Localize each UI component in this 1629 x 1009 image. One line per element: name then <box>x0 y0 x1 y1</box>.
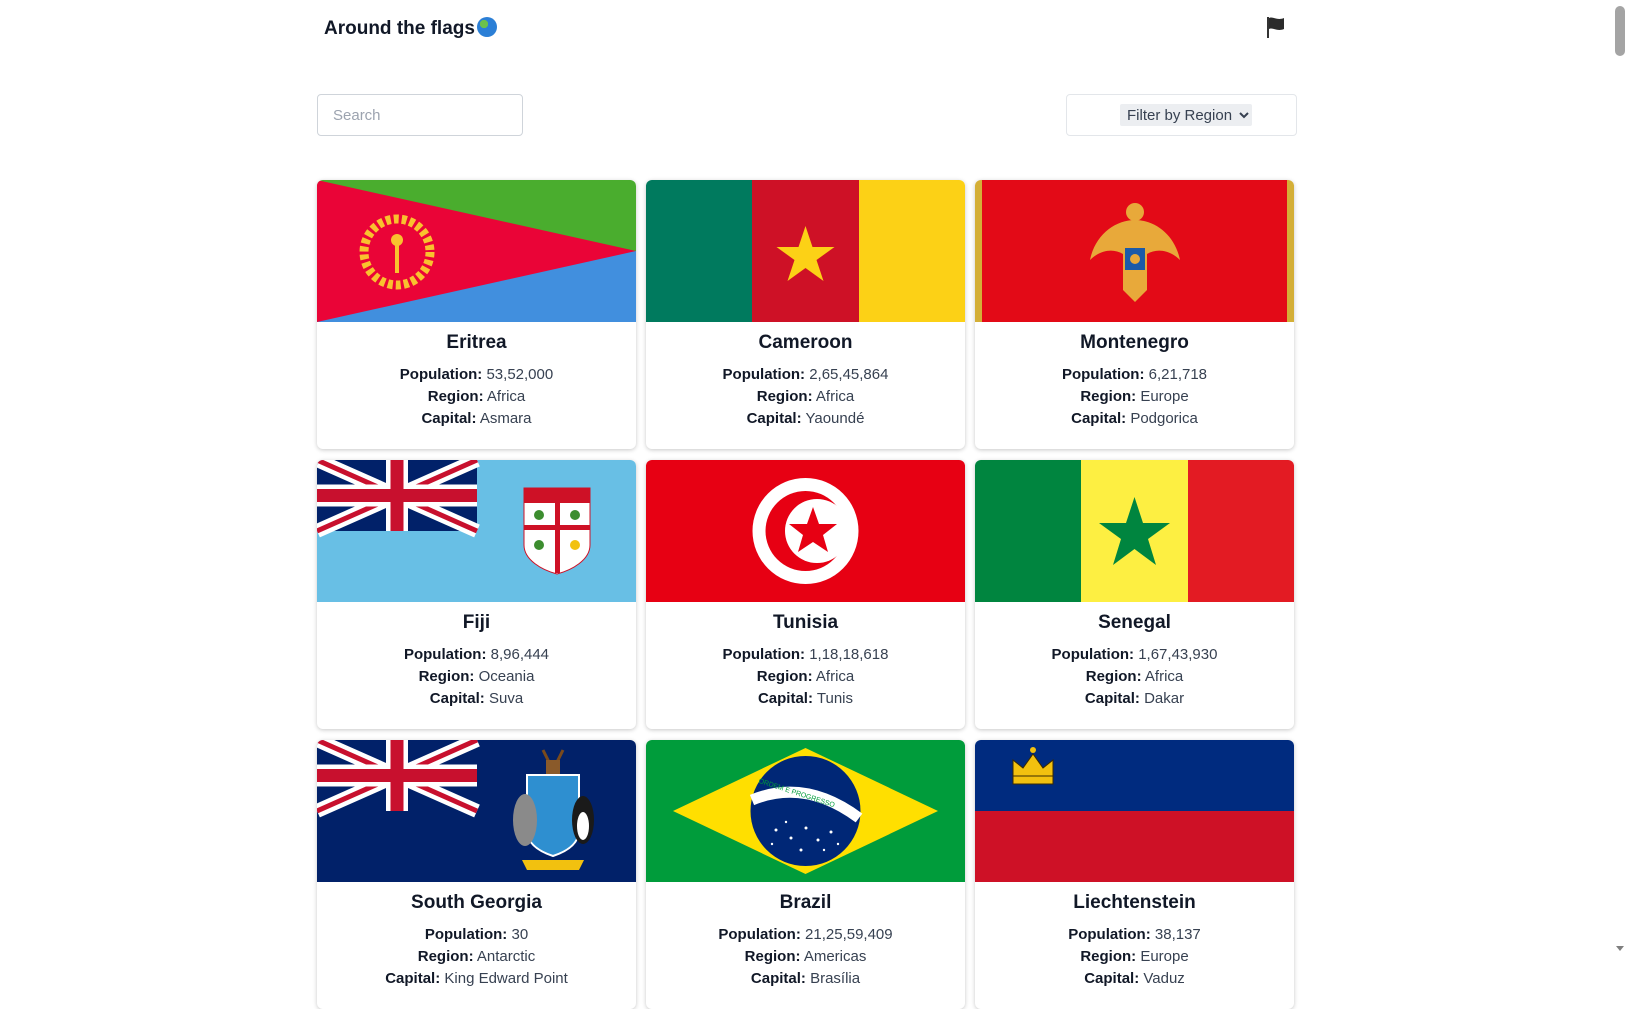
country-card-brazil[interactable]: ORDEM E PROGRESSO Brazil Population: 21,… <box>646 740 965 1009</box>
country-card-montenegro[interactable]: Montenegro Population: 6,21,718 Region: … <box>975 180 1294 449</box>
scroll-down-arrow-icon[interactable] <box>1616 946 1624 951</box>
capital-row: Capital: Dakar <box>1084 690 1185 707</box>
scrollbar-thumb[interactable] <box>1615 6 1625 56</box>
country-card-cameroon[interactable]: Cameroon Population: 2,65,45,864 Region:… <box>646 180 965 449</box>
region-row: Region: Africa <box>1085 668 1184 685</box>
capital-row: Capital: Brasília <box>750 970 861 987</box>
region-row: Region: Europe <box>1080 388 1189 405</box>
population-row: Population: 1,18,18,618 <box>722 646 889 663</box>
population-row: Population: 21,25,59,409 <box>718 926 893 943</box>
fiji-flag <box>317 460 636 602</box>
country-name: Fiji <box>462 612 491 633</box>
app-title: Around the flags <box>324 17 497 40</box>
country-name: Liechtenstein <box>1073 892 1196 913</box>
tunisia-flag <box>646 460 965 602</box>
region-filter-container: Filter by Region <box>1066 94 1297 136</box>
brazil-flag: ORDEM E PROGRESSO <box>646 740 965 882</box>
country-card-south-georgia[interactable]: South Georgia Population: 30 Region: Ant… <box>317 740 636 1009</box>
capital-row: Capital: Podgorica <box>1071 410 1198 427</box>
country-name: Cameroon <box>758 332 853 353</box>
capital-row: Capital: Suva <box>429 690 524 707</box>
region-filter-select[interactable]: Filter by Region <box>1120 104 1252 126</box>
south-georgia-flag <box>317 740 636 882</box>
capital-row: Capital: Vaduz <box>1084 970 1185 987</box>
population-row: Population: 6,21,718 <box>1061 366 1208 383</box>
cameroon-flag <box>646 180 965 322</box>
country-name: Brazil <box>779 892 832 913</box>
country-card-eritrea[interactable]: Eritrea Population: 53,52,000 Region: Af… <box>317 180 636 449</box>
country-name: South Georgia <box>411 892 542 913</box>
population-row: Population: 2,65,45,864 <box>722 366 889 383</box>
population-row: Population: 1,67,43,930 <box>1051 646 1218 663</box>
region-row: Region: Africa <box>427 388 526 405</box>
country-name: Eritrea <box>446 332 507 353</box>
population-row: Population: 53,52,000 <box>399 366 554 383</box>
country-name: Tunisia <box>772 612 839 633</box>
capital-row: Capital: Asmara <box>421 410 532 427</box>
eritrea-flag <box>317 180 636 322</box>
country-name: Montenegro <box>1080 332 1189 353</box>
search-box[interactable] <box>317 94 523 136</box>
vertical-scrollbar[interactable] <box>1612 0 1629 965</box>
montenegro-flag <box>975 180 1294 322</box>
globe-icon <box>476 17 497 37</box>
population-row: Population: 38,137 <box>1068 926 1201 943</box>
capital-row: Capital: Tunis <box>757 690 854 707</box>
search-input[interactable] <box>318 95 522 135</box>
flag-theme-toggle-icon[interactable] <box>1262 14 1288 40</box>
capital-row: Capital: Yaoundé <box>746 410 865 427</box>
region-row: Region: Africa <box>756 668 855 685</box>
liechtenstein-flag <box>975 740 1294 882</box>
capital-row: Capital: King Edward Point <box>385 970 568 987</box>
country-name: Senegal <box>1098 612 1171 633</box>
region-row: Region: Africa <box>756 388 855 405</box>
senegal-flag <box>975 460 1294 602</box>
country-card-senegal[interactable]: Senegal Population: 1,67,43,930 Region: … <box>975 460 1294 729</box>
top-navbar: Around the flags <box>0 0 1610 58</box>
population-row: Population: 30 <box>424 926 529 943</box>
country-card-tunisia[interactable]: Tunisia Population: 1,18,18,618 Region: … <box>646 460 965 729</box>
country-card-liechtenstein[interactable]: Liechtenstein Population: 38,137 Region:… <box>975 740 1294 1009</box>
country-card-fiji[interactable]: Fiji Population: 8,96,444 Region: Oceani… <box>317 460 636 729</box>
population-row: Population: 8,96,444 <box>403 646 550 663</box>
region-row: Region: Oceania <box>418 668 535 685</box>
